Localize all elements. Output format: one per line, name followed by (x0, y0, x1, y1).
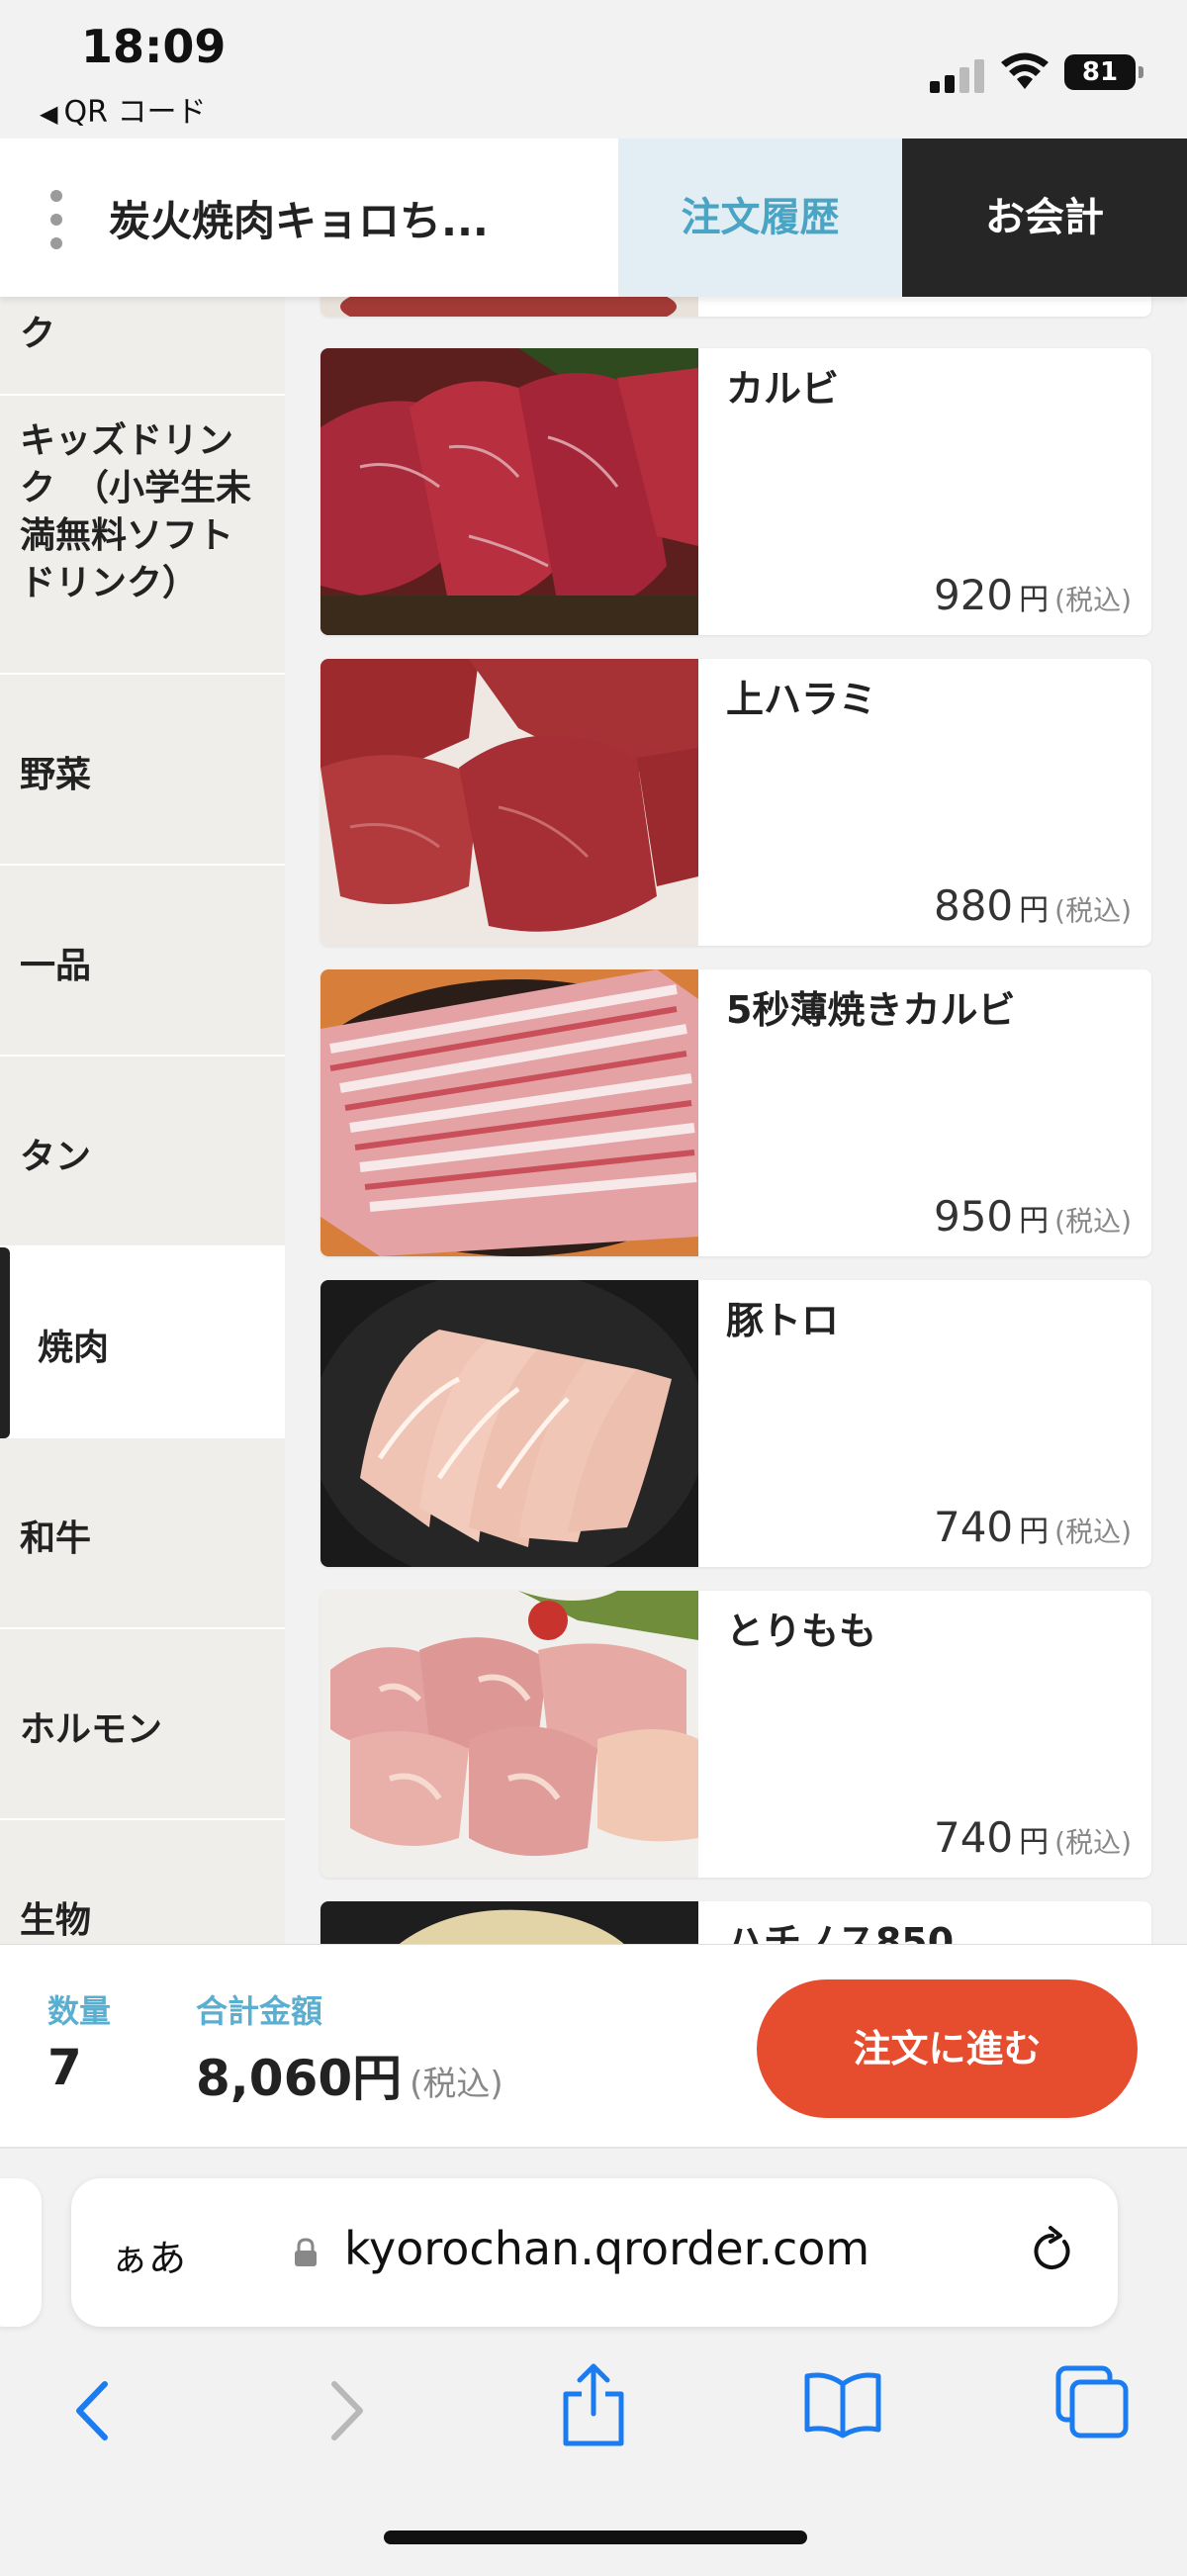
item-name: とりもも (726, 1610, 877, 1653)
price-tax-note: (税込) (1054, 1826, 1132, 1859)
clock: 18:09 (81, 20, 227, 73)
sidebar-item-label: タン (20, 1137, 92, 1177)
bookmarks-icon[interactable] (801, 2368, 884, 2439)
sidebar-item-raw[interactable]: 生物 (0, 1820, 285, 1944)
menu-card-partial[interactable] (320, 297, 1151, 317)
back-arrow-icon[interactable] (67, 2376, 117, 2445)
back-to-app-link[interactable]: ◀ QR コード (40, 87, 206, 131)
sidebar-item-vegetables[interactable]: 野菜 (0, 675, 285, 866)
item-name: 豚トロ (726, 1299, 840, 1342)
price-value: 740 (933, 1503, 1014, 1551)
price-currency: 円 (1019, 1825, 1050, 1860)
selected-indicator (0, 1247, 10, 1438)
battery-icon: 81 (1064, 54, 1143, 90)
sidebar-item-label: 一品 (20, 946, 92, 986)
item-price: 920 円 (税込) (934, 571, 1132, 619)
sidebar-item-yakiniku[interactable]: 焼肉 (0, 1247, 285, 1438)
item-name: カルビ (726, 367, 840, 411)
menu-card[interactable]: とりもも 740 円 (税込) (320, 1591, 1151, 1878)
sidebar-item-label: 生物 (20, 1900, 92, 1941)
menu-card[interactable]: 上ハラミ 880 円 (税込) (320, 659, 1151, 946)
price-tax-note: (税込) (1054, 1205, 1132, 1238)
price-currency: 円 (1019, 1515, 1050, 1549)
sidebar-item-label: 野菜 (20, 755, 92, 795)
menu-card[interactable]: 豚トロ 740 円 (税込) (320, 1280, 1151, 1567)
price-tax-note: (税込) (1054, 1516, 1132, 1548)
sidebar-item-label: 焼肉 (38, 1328, 110, 1368)
url-text: kyorochan.qrorder.com (344, 2222, 870, 2275)
app-header: 炭火焼肉キョロち... 注文履歴 お会計 (0, 138, 1187, 297)
back-app-label: QR コード (63, 95, 207, 130)
sidebar-item-kids-drink[interactable]: キッズドリンク （小学生未満無料ソフトドリンク） (0, 396, 285, 675)
sidebar-item-label: ク (20, 314, 56, 354)
sidebar-item-wagyu[interactable]: 和牛 (0, 1438, 285, 1629)
shop-name: 炭火焼肉キョロち... (109, 197, 489, 245)
quantity-label: 数量 (47, 1992, 112, 2030)
item-price: 880 円 (税込) (934, 881, 1132, 930)
proceed-to-order-button[interactable]: 注文に進む (757, 1979, 1138, 2118)
item-name: 5秒薄焼きカルビ (726, 988, 1016, 1032)
sidebar-item-horumon[interactable]: ホルモン (0, 1629, 285, 1820)
price-currency: 円 (1019, 583, 1050, 617)
lock-icon (295, 2238, 317, 2266)
tabs-icon[interactable] (1052, 2362, 1132, 2441)
menu-list: カルビ 920 円 (税込) 上ハラミ 880 円 (税込) 5秒薄焼きカルビ … (285, 297, 1187, 1944)
price-currency: 円 (1019, 1204, 1050, 1239)
food-photo (320, 969, 698, 1256)
item-price: 740 円 (税込) (934, 1503, 1132, 1551)
sidebar-item-drink-partial[interactable]: ク (0, 297, 285, 396)
price-value: 880 (933, 881, 1014, 930)
price-currency: 円 (1019, 893, 1050, 928)
sidebar-item-tongue[interactable]: タン (0, 1057, 285, 1247)
menu-card[interactable]: カルビ 920 円 (税込) (320, 348, 1151, 635)
food-photo (320, 1901, 698, 1944)
previous-tab-peek[interactable] (0, 2178, 42, 2327)
item-name: 上ハラミ (726, 678, 877, 721)
item-price: 740 円 (税込) (934, 1813, 1132, 1862)
total-value: 8,060円 (196, 2050, 403, 2107)
price-tax-note: (税込) (1054, 584, 1132, 616)
share-icon[interactable] (558, 2360, 629, 2449)
food-photo (320, 297, 698, 317)
price-value: 920 (933, 571, 1014, 619)
price-tax-note: (税込) (1054, 894, 1132, 927)
food-photo (320, 659, 698, 946)
back-triangle-icon: ◀ (40, 100, 58, 128)
wifi-icon (1001, 52, 1049, 89)
food-photo (320, 348, 698, 635)
home-indicator (384, 2530, 807, 2544)
order-summary-bar: 数量 合計金額 7 8,060円 (税込) 注文に進む (0, 1944, 1187, 2149)
total-tax-note: (税込) (410, 2065, 503, 2104)
item-name: ハチノス850 (726, 1920, 955, 1944)
reader-options-button[interactable]: ぁあ (111, 2228, 186, 2282)
price-value: 740 (933, 1813, 1014, 1862)
food-photo (320, 1280, 698, 1567)
menu-card[interactable]: ハチノス850 (320, 1901, 1151, 1944)
quantity-value: 7 (47, 2039, 82, 2096)
sidebar-item-label: 和牛 (20, 1518, 92, 1559)
total-amount: 8,060円 (税込) (196, 2039, 503, 2110)
sidebar-item-label: ホルモン (20, 1709, 163, 1750)
checkout-button[interactable]: お会計 (902, 138, 1187, 297)
total-label: 合計金額 (196, 1992, 323, 2030)
order-history-button[interactable]: 注文履歴 (618, 138, 902, 297)
browser-chrome: ぁあ kyorochan.qrorder.com (0, 2149, 1187, 2576)
sidebar-item-label: キッズドリンク （小学生未満無料ソフトドリンク） (20, 420, 252, 603)
food-photo (320, 1591, 698, 1878)
menu-card[interactable]: 5秒薄焼きカルビ 950 円 (税込) (320, 969, 1151, 1256)
forward-arrow-icon[interactable] (322, 2376, 372, 2445)
address-bar[interactable]: ぁあ kyorochan.qrorder.com (71, 2178, 1118, 2327)
reload-icon[interactable] (1021, 2222, 1080, 2281)
sidebar-item-side-dish[interactable]: 一品 (0, 866, 285, 1057)
category-sidebar: ク キッズドリンク （小学生未満無料ソフトドリンク） 野菜 一品 タン 焼肉 和… (0, 297, 285, 1944)
price-value: 950 (933, 1192, 1014, 1241)
cellular-signal-icon (930, 57, 989, 93)
status-bar: 18:09 ◀ QR コード 81 (0, 0, 1187, 138)
item-price: 950 円 (税込) (934, 1192, 1132, 1241)
kebab-menu-icon[interactable] (47, 190, 67, 249)
